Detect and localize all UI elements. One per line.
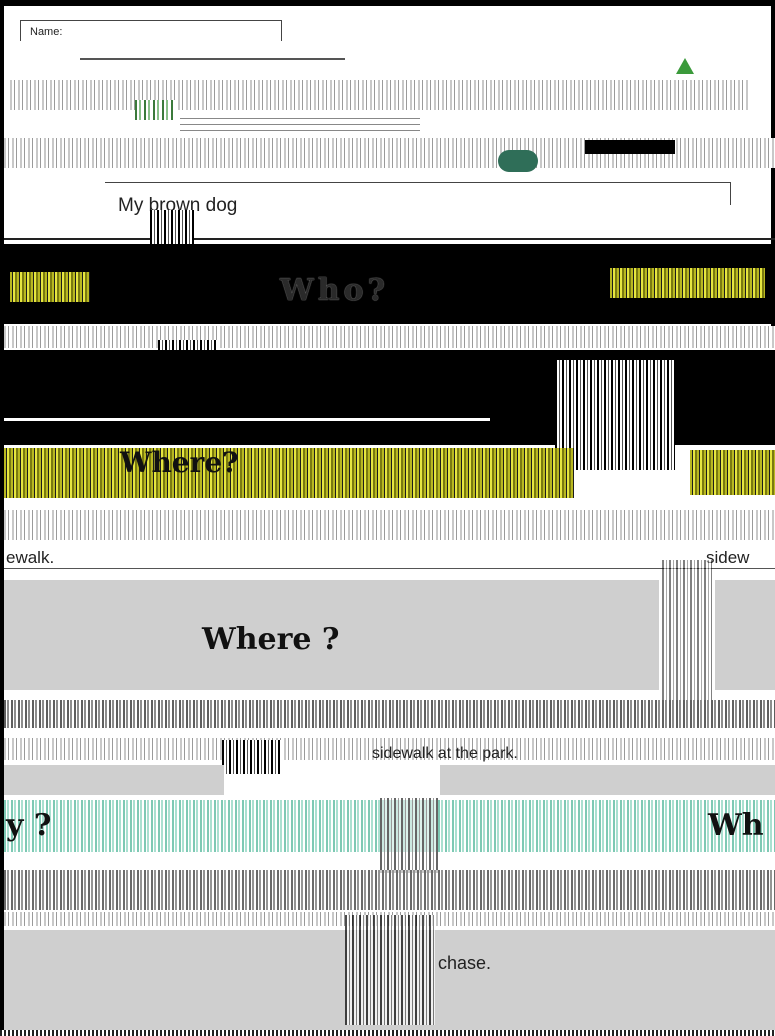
glitch-column-7 — [345, 915, 435, 1025]
yellow-strip-2 — [610, 268, 765, 298]
where-heading-1: Where? — [120, 446, 239, 479]
where-band-1 — [4, 448, 574, 498]
noise-band-5 — [4, 870, 775, 910]
title-band — [10, 80, 750, 110]
subtitle-lines — [180, 118, 420, 136]
sidewalk-underline — [4, 568, 775, 569]
yellow-strip-1 — [10, 272, 90, 302]
white-line-in-black — [4, 418, 490, 421]
where-block-right — [715, 580, 775, 690]
where-band-1-right — [690, 450, 775, 495]
page-top-border — [0, 0, 775, 6]
glitch-column-6 — [380, 798, 438, 873]
sentence-underline — [4, 238, 775, 240]
sidewalk-fragment-2: sidew — [706, 548, 750, 567]
who-heading: Who? — [280, 273, 390, 308]
name-underline — [80, 58, 345, 60]
name-label: Name: — [30, 26, 63, 38]
glitch-column-5 — [222, 740, 282, 774]
sidewalk-park: sidewalk at the park. — [372, 745, 518, 762]
chase-word: chase. — [438, 953, 492, 973]
noise-band-3 — [4, 700, 775, 728]
glitch-column-4 — [662, 560, 712, 700]
noise-band-2 — [4, 510, 775, 540]
gray-row-1 — [4, 765, 224, 795]
wh-fragment: Wh — [708, 808, 764, 843]
dark-block-1 — [585, 140, 675, 154]
green-pill-icon — [498, 150, 538, 172]
why-fragment: y ? — [6, 808, 52, 843]
title-triangle-icon — [676, 58, 694, 74]
gray-row-1-right — [440, 765, 775, 795]
title-green-stroke — [135, 100, 175, 120]
where-heading-2: Where ? — [202, 622, 340, 657]
noise-band-1 — [4, 326, 775, 348]
bottom-border — [0, 1030, 775, 1036]
sidewalk-fragment-1: ewalk. — [6, 548, 55, 567]
